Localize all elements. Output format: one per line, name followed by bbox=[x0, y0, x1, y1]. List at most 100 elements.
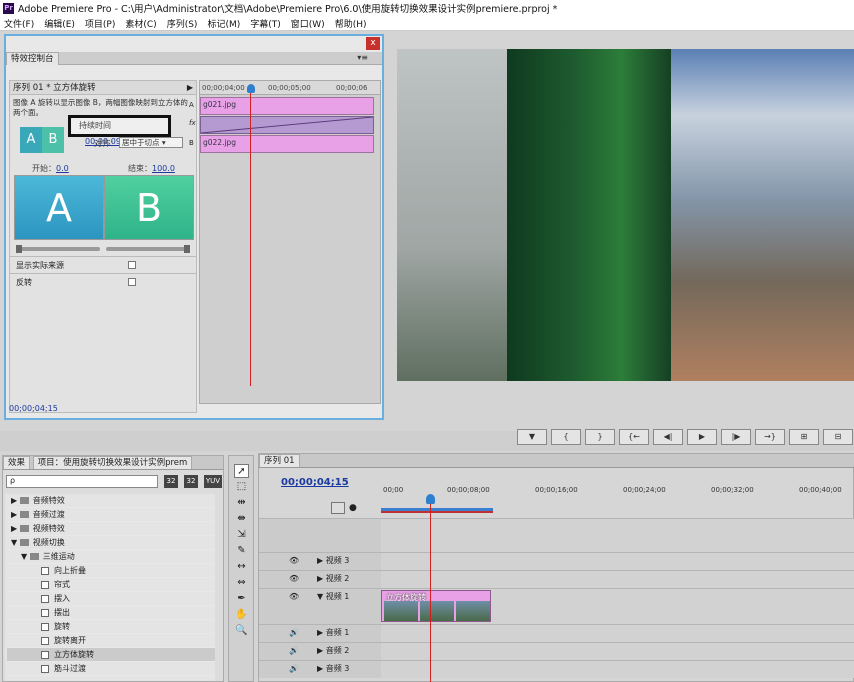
transport-controls: ▼ { } {← ◀| ▶ |▶ →} ⊞ ⊟ bbox=[517, 429, 854, 446]
go-to-in-button[interactable]: {← bbox=[619, 429, 649, 445]
slip-tool-icon[interactable]: ↔ bbox=[234, 560, 249, 574]
list-item[interactable]: 旋转 bbox=[7, 620, 215, 634]
eye-icon[interactable]: 👁 bbox=[289, 589, 299, 605]
list-item[interactable]: 帘式 bbox=[7, 578, 215, 592]
menu-project[interactable]: 项目(P) bbox=[85, 17, 115, 30]
start-slider[interactable] bbox=[16, 245, 100, 253]
clip-a-name: g021.jpg bbox=[203, 100, 237, 109]
panel-menu-icon[interactable]: ▾≡ bbox=[357, 53, 368, 62]
go-to-out-button[interactable]: →} bbox=[755, 429, 785, 445]
list-item[interactable]: 摆入 bbox=[7, 592, 215, 606]
transition-icon bbox=[41, 594, 49, 603]
timeline-tabbar: 序列 01 bbox=[259, 454, 854, 468]
effects-panel: 效果 项目：使用旋转切换效果设计实例prem ρ 32 32 YUV ▶ 音频特… bbox=[2, 455, 224, 682]
transition-diagonal bbox=[200, 116, 374, 134]
close-icon[interactable]: x bbox=[366, 37, 380, 50]
ruler-tick: 00;00;06 bbox=[336, 84, 368, 92]
menu-edit[interactable]: 编辑(E) bbox=[44, 17, 75, 30]
play-button[interactable]: ▶ bbox=[687, 429, 717, 445]
list-item[interactable]: 旋转离开 bbox=[7, 634, 215, 648]
track-select-tool-icon[interactable]: ⬚ bbox=[234, 480, 249, 494]
list-item[interactable]: ▶ 视频特效 bbox=[7, 522, 215, 536]
clip-a-bar[interactable]: g021.jpg bbox=[200, 97, 374, 115]
menu-clip[interactable]: 素材(C) bbox=[125, 17, 156, 30]
list-item[interactable]: ▶ 音频特效 bbox=[7, 494, 215, 508]
start-value[interactable]: 0.0 bbox=[56, 164, 69, 173]
razor-tool-icon[interactable]: ✎ bbox=[234, 544, 249, 558]
menu-help[interactable]: 帮助(H) bbox=[335, 17, 367, 30]
alignment-select[interactable]: 居中于切点 ▾ bbox=[119, 137, 183, 148]
add-marker-button[interactable]: ▼ bbox=[517, 429, 547, 445]
rate-stretch-tool-icon[interactable]: ⇲ bbox=[234, 528, 249, 542]
mark-in-button[interactable]: { bbox=[551, 429, 581, 445]
menu-file[interactable]: 文件(F) bbox=[4, 17, 34, 30]
end-slider-handle[interactable] bbox=[184, 245, 190, 253]
extract-button[interactable]: ⊟ bbox=[823, 429, 853, 445]
show-actual-sources-label: 显示实际来源 bbox=[16, 261, 64, 270]
ec-current-time[interactable]: 00;00;04;15 bbox=[9, 404, 58, 413]
side-a-label: A bbox=[189, 101, 194, 109]
tree-label: 视频切换 bbox=[32, 538, 65, 547]
transition-bar[interactable] bbox=[200, 116, 374, 134]
ec-playhead-handle[interactable] bbox=[247, 84, 255, 93]
rolling-edit-tool-icon[interactable]: ⇼ bbox=[234, 512, 249, 526]
accelerated-effects-icon[interactable]: 32 bbox=[164, 475, 178, 488]
list-item[interactable]: 向上折叠 bbox=[7, 564, 215, 578]
tab-sequence-01[interactable]: 序列 01 bbox=[259, 454, 300, 467]
lift-button[interactable]: ⊞ bbox=[789, 429, 819, 445]
timeline-current-time[interactable]: 00;00;04;15 bbox=[281, 477, 349, 488]
effect-controls-tabbar: 特效控制台 ▾≡ bbox=[6, 52, 382, 65]
pen-tool-icon[interactable]: ✒ bbox=[234, 592, 249, 606]
tab-effects[interactable]: 效果 bbox=[3, 456, 31, 469]
list-item-selected[interactable]: 立方体旋转 bbox=[7, 648, 215, 662]
selection-tool-icon[interactable]: ➚ bbox=[234, 464, 249, 478]
track-name: ▶ 音频 3 bbox=[317, 664, 350, 673]
yuv-effects-icon[interactable]: YUV bbox=[204, 475, 222, 488]
menu-title[interactable]: 字幕(T) bbox=[250, 17, 281, 30]
speaker-icon[interactable]: 🔊 bbox=[289, 625, 299, 641]
list-item[interactable]: 摆出 bbox=[7, 606, 215, 620]
speaker-icon[interactable]: 🔊 bbox=[289, 661, 299, 677]
list-item[interactable]: ▼ 视频切换 bbox=[7, 536, 215, 550]
clip-b-bar[interactable]: g022.jpg bbox=[200, 135, 374, 153]
effect-controls-window: x 特效控制台 ▾≡ 序列 01 * 立方体旋转 ▶ 图像 A 旋转以显示图像 … bbox=[4, 34, 384, 420]
mark-out-button[interactable]: } bbox=[585, 429, 615, 445]
slide-tool-icon[interactable]: ⇔ bbox=[234, 576, 249, 590]
track-label: 视频 2 bbox=[325, 574, 350, 583]
start-slider-handle[interactable] bbox=[16, 245, 22, 253]
menu-sequence[interactable]: 序列(S) bbox=[167, 17, 198, 30]
list-item[interactable]: ▶ 音频过渡 bbox=[7, 508, 215, 522]
tab-effect-controls[interactable]: 特效控制台 bbox=[6, 52, 59, 65]
end-slider[interactable] bbox=[106, 245, 190, 253]
speaker-icon[interactable]: 🔊 bbox=[289, 643, 299, 659]
timeline-clip[interactable]: 立方体旋转 bbox=[381, 590, 491, 622]
ripple-edit-tool-icon[interactable]: ⇹ bbox=[234, 496, 249, 510]
hand-tool-icon[interactable]: ✋ bbox=[234, 608, 249, 622]
search-icon: ρ bbox=[10, 476, 16, 485]
eye-icon[interactable]: 👁 bbox=[289, 571, 299, 587]
effects-search-input[interactable]: ρ bbox=[6, 475, 158, 488]
list-item[interactable]: ▼ 三维运动 bbox=[7, 550, 215, 564]
zoom-tool-icon[interactable]: 🔍 bbox=[234, 624, 249, 638]
end-value[interactable]: 100.0 bbox=[152, 164, 175, 173]
reverse-label: 反转 bbox=[16, 278, 32, 287]
timeline-playhead-handle[interactable] bbox=[426, 494, 435, 504]
reverse-checkbox[interactable] bbox=[128, 278, 136, 286]
menu-marker[interactable]: 标记(M) bbox=[207, 17, 240, 30]
tab-project[interactable]: 项目：使用旋转切换效果设计实例prem bbox=[32, 456, 193, 469]
list-item[interactable]: 筋斗过渡 bbox=[7, 662, 215, 676]
marker-icon[interactable]: ● bbox=[349, 503, 357, 513]
step-back-button[interactable]: ◀| bbox=[653, 429, 683, 445]
premiere-logo-icon: Pr bbox=[3, 2, 14, 14]
show-actual-sources-checkbox[interactable] bbox=[128, 261, 136, 269]
track-label: 视频 1 bbox=[325, 592, 350, 601]
transition-preview-thumbnail[interactable]: A B bbox=[20, 127, 64, 153]
play-transition-icon[interactable]: ▶ bbox=[187, 81, 193, 95]
menu-window[interactable]: 窗口(W) bbox=[291, 17, 325, 30]
32bit-effects-icon[interactable]: 32 bbox=[184, 475, 198, 488]
tools-panel: ➚ ⬚ ⇹ ⇼ ⇲ ✎ ↔ ⇔ ✒ ✋ 🔍 bbox=[228, 455, 254, 682]
snap-icon[interactable] bbox=[331, 502, 345, 514]
eye-icon[interactable]: 👁 bbox=[289, 553, 299, 569]
ruler-tick: 00;00;32;00 bbox=[711, 486, 754, 494]
step-forward-button[interactable]: |▶ bbox=[721, 429, 751, 445]
